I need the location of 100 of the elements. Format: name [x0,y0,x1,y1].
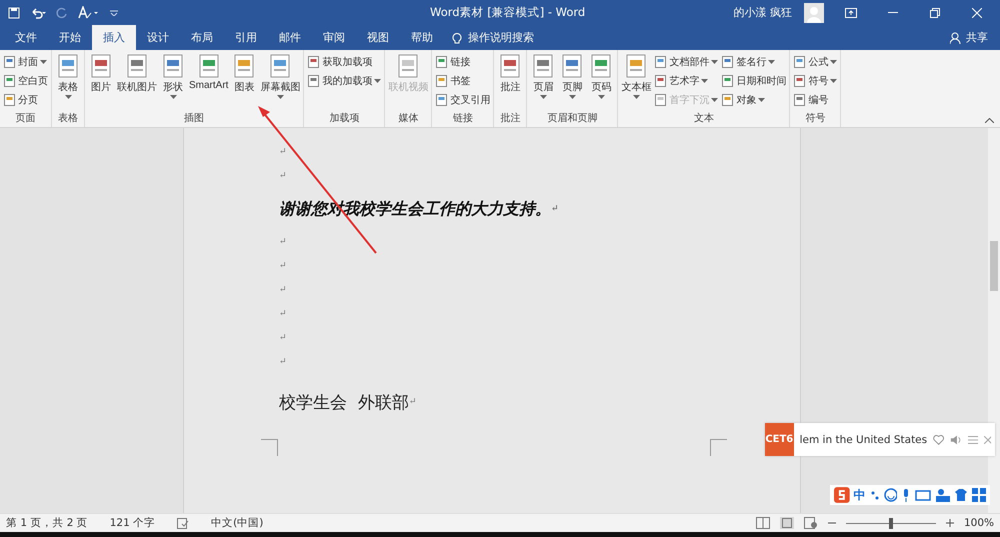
page-icon [435,93,448,107]
share-button[interactable]: 共享 [966,30,988,45]
ribbon-button[interactable]: 我的加载项 [306,72,382,90]
ribbon-button[interactable]: 交叉引用 [434,91,492,109]
ribbon-button[interactable]: 公式 [792,53,838,71]
ribbon-button[interactable]: 封面 [2,53,49,71]
caret-icon [701,79,708,83]
undo-icon[interactable] [30,6,46,18]
person-icon [950,32,962,44]
crop-mark [261,439,278,456]
tell-me-search[interactable]: 操作说明搜索 [468,30,534,45]
lightbulb-icon [452,30,462,44]
ribbon-button[interactable]: 图表 [230,53,258,111]
ribbon-display-icon[interactable] [845,8,857,18]
minimize-icon[interactable] [888,12,898,14]
ribbon-button[interactable]: 获取加载项 [306,53,382,71]
caret-icon [276,95,284,99]
paragraph-mark: ↵ [279,171,287,181]
paragraph-mark: ↵ [551,204,559,214]
ribbon-button[interactable]: 批注 [496,53,524,111]
page-icon [435,55,448,69]
paragraph-mark: ↵ [279,333,287,343]
ribbon-button[interactable]: 艺术字 [653,72,720,90]
group-label: 页面 [14,112,36,126]
ribbon-tab[interactable]: 引用 [224,25,268,50]
ribbon-button[interactable]: 页脚 [558,53,586,111]
grid-icon[interactable] [972,488,986,502]
zoom-in-icon[interactable] [946,519,954,527]
ribbon-tab[interactable]: 文件 [4,25,48,50]
collapse-icon[interactable] [985,118,994,123]
caret-icon [40,60,47,64]
page-count[interactable]: 第 1 页，共 2 页 [6,516,88,530]
caret-icon [540,95,547,99]
font-color-icon[interactable] [78,6,100,20]
ribbon-button[interactable]: 链接 [434,53,492,71]
ribbon-button[interactable]: 联机图片 [116,53,158,111]
caret-icon [830,79,838,83]
zoom-level[interactable]: 100% [964,517,994,529]
ribbon-tab[interactable]: 邮件 [268,25,312,50]
scrollbar[interactable] [988,128,1000,513]
page-icon [654,74,668,88]
restore-icon[interactable] [930,8,940,18]
page-icon [793,74,806,88]
language[interactable]: 中文(中国) [211,516,264,530]
read-mode-icon[interactable] [756,517,770,529]
ribbon-tab[interactable]: 审阅 [312,25,356,50]
crop-mark [710,439,727,456]
speaker-icon[interactable] [950,434,962,446]
page-icon [654,93,668,107]
shirt-icon[interactable] [954,488,968,502]
heart-icon[interactable] [933,434,944,446]
proofing-icon[interactable] [177,518,190,528]
save-icon[interactable] [8,6,20,18]
input-mode[interactable]: 中 [854,486,866,504]
ribbon-tab[interactable]: 布局 [180,25,224,50]
keyboard-icon[interactable] [915,489,931,501]
punctuation-icon[interactable] [870,489,880,501]
caret-icon [568,95,576,99]
ribbon-button[interactable]: 对象 [720,91,788,109]
ribbon-button[interactable]: 编号 [792,91,838,109]
page-icon [307,74,320,88]
customize-icon[interactable] [110,10,118,16]
ribbon-button[interactable]: 文本框 [620,53,652,111]
ribbon-tab[interactable]: 插入 [92,25,136,50]
caret-icon [598,95,605,99]
user-icon[interactable] [934,488,950,502]
word-count[interactable]: 121 个字 [110,516,156,530]
ribbon-tab[interactable]: 视图 [356,25,400,50]
ribbon-button[interactable]: 图片 [87,53,115,111]
ribbon-button[interactable]: 签名行 [720,53,788,71]
ribbon-button[interactable]: 书签 [434,72,492,90]
caret-icon [170,95,176,99]
list-icon[interactable] [968,434,978,444]
ribbon-button[interactable]: 形状 [159,53,187,111]
caret-icon [711,98,718,102]
page-icon [435,74,448,88]
ribbon-button[interactable]: 页码 [587,53,616,111]
ribbon-button[interactable]: SmartArt [188,53,230,111]
avatar-icon[interactable] [804,2,824,22]
app-logo: CET6 [765,423,794,456]
ribbon-button[interactable]: 日期和时间 [720,72,788,90]
ribbon-button[interactable]: 表格 [54,53,82,111]
ribbon-button[interactable]: 分页 [2,91,49,109]
print-layout-icon[interactable] [780,517,794,529]
ribbon-tab[interactable]: 开始 [48,25,92,50]
ribbon-button[interactable]: 文档部件 [653,53,720,71]
page-icon [793,93,806,107]
page-icon [3,55,16,69]
ribbon-tab[interactable]: 帮助 [400,25,444,50]
ribbon-button[interactable]: 页眉 [529,53,558,111]
page-icon [3,93,16,107]
ribbon-button[interactable]: 符号 [792,72,838,90]
ribbon-tab[interactable]: 设计 [136,25,180,50]
group-label: 符号 [804,112,826,126]
page-icon [654,55,668,69]
logo-icon[interactable] [834,487,850,503]
web-layout-icon[interactable] [804,517,818,529]
ribbon-button[interactable]: 空白页 [2,72,49,90]
ribbon-button[interactable]: 屏幕截图 [259,53,302,111]
emoji-icon[interactable] [884,488,898,502]
